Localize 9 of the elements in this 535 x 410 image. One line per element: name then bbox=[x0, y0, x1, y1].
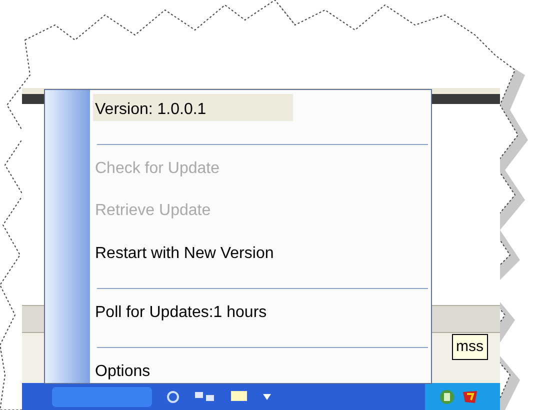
tray-app-icon[interactable] bbox=[439, 388, 455, 404]
caret-icon[interactable] bbox=[262, 392, 272, 400]
menu-item[interactable]: Options bbox=[93, 356, 152, 383]
menu-item[interactable]: Poll for Updates:1 hours bbox=[93, 296, 269, 324]
network-icon[interactable] bbox=[194, 390, 216, 404]
menu-item[interactable]: Restart with New Version bbox=[93, 238, 276, 265]
tray-app-icon[interactable] bbox=[461, 388, 479, 404]
tooltip: mss bbox=[452, 334, 488, 360]
menu-item[interactable]: Version: 1.0.0.1 bbox=[93, 94, 293, 122]
